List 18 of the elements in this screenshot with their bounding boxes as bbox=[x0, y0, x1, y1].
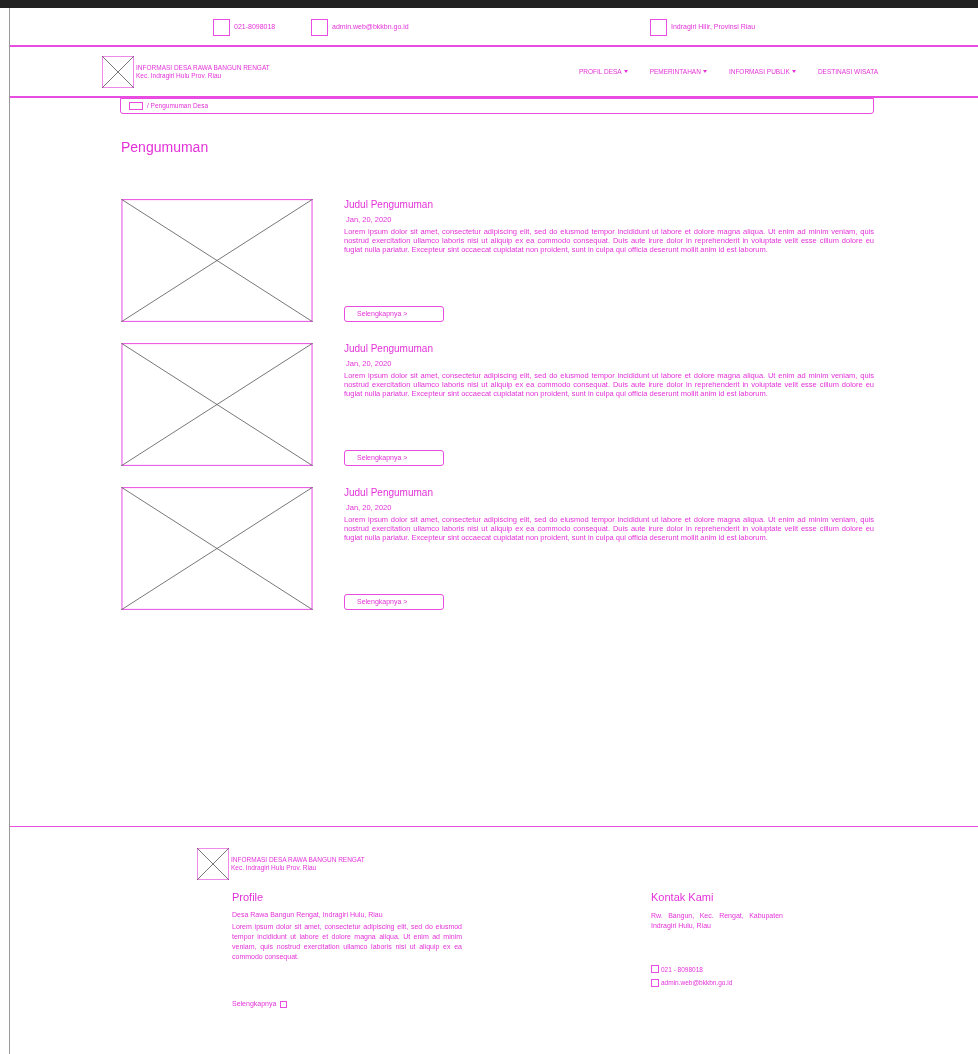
image-placeholder bbox=[102, 55, 134, 88]
square-icon bbox=[213, 19, 230, 36]
announcement-title: Judul Pengumuman bbox=[344, 487, 434, 499]
square-icon bbox=[311, 19, 328, 36]
square-icon bbox=[280, 1000, 288, 1008]
announcement-title: Judul Pengumuman bbox=[344, 199, 434, 211]
profile-heading: Profile bbox=[232, 890, 265, 905]
square-icon bbox=[650, 19, 667, 36]
announcement-title: Judul Pengumuman bbox=[344, 343, 434, 355]
contact-heading: Kontak Kami bbox=[651, 890, 715, 905]
caret-icon bbox=[623, 70, 628, 73]
caret-icon bbox=[791, 70, 796, 73]
caret-icon bbox=[702, 70, 707, 73]
square-icon bbox=[651, 979, 659, 988]
image-placeholder bbox=[197, 848, 229, 880]
square-icon bbox=[651, 965, 659, 974]
page-title: Pengumuman bbox=[121, 138, 210, 156]
rectangle-icon bbox=[129, 102, 143, 110]
